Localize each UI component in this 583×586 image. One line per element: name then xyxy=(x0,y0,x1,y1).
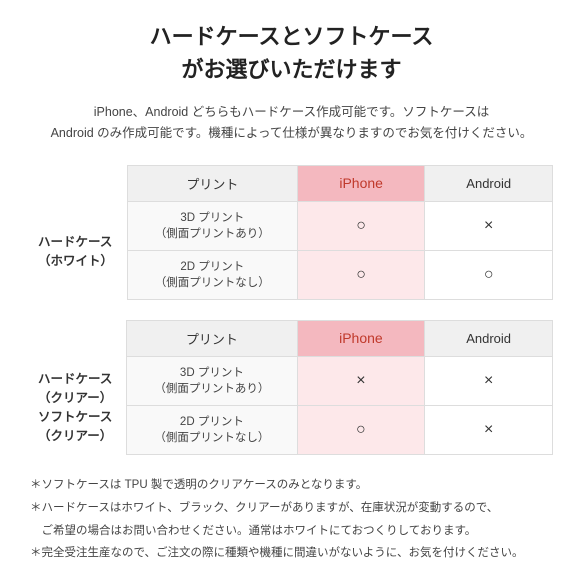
note-1: ＊ソフトケースは TPU 製で透明のクリアケースのみとなります。 xyxy=(30,475,553,496)
col-header-iphone-1: iPhone xyxy=(297,165,425,201)
table-row: ハードケース （ホワイト） 3D プリント （側面プリントあり） ○ × xyxy=(30,201,553,250)
value-2d-android-1: ○ xyxy=(425,250,553,299)
value-3d-android-1: × xyxy=(425,201,553,250)
value-2d-android-2: × xyxy=(425,406,553,455)
value-2d-iphone-2: ○ xyxy=(297,406,425,455)
col-header-iphone-2: iPhone xyxy=(297,320,425,356)
table-hard-clear: プリント iPhone Android ハードケース （クリアー） ソフトケース… xyxy=(30,320,553,455)
note-3: ＊完全受注生産なので、ご注文の際に種類や機種に間違いがないように、お気を付けくだ… xyxy=(30,543,553,564)
col-header-print: プリント xyxy=(127,165,297,201)
sub-label-2d-2: 2D プリント （側面プリントなし） xyxy=(127,406,297,455)
col-header-android-2: Android xyxy=(425,320,553,356)
table-hard-white: プリント iPhone Android ハードケース （ホワイト） 3D プリン… xyxy=(30,165,553,300)
value-3d-android-2: × xyxy=(425,356,553,405)
sub-label-3d-2: 3D プリント （側面プリントあり） xyxy=(127,356,297,405)
value-3d-iphone-1: ○ xyxy=(297,201,425,250)
note-2: ＊ハードケースはホワイト、ブラック、クリアーがありますが、在庫状況が変動するので… xyxy=(30,498,553,519)
sub-label-2d-1: 2D プリント （側面プリントなし） xyxy=(127,250,297,299)
value-3d-iphone-2: × xyxy=(297,356,425,405)
sub-label-3d-1: 3D プリント （側面プリントあり） xyxy=(127,201,297,250)
col-header-android-1: Android xyxy=(425,165,553,201)
row-label-hard-clear: ハードケース （クリアー） ソフトケース （クリアー） xyxy=(30,356,127,454)
row-label-hard-white: ハードケース （ホワイト） xyxy=(30,201,127,299)
page-title: ハードケースとソフトケース がお選びいただけます xyxy=(30,20,553,86)
table-row: ハードケース （クリアー） ソフトケース （クリアー） 3D プリント （側面プ… xyxy=(30,356,553,405)
value-2d-iphone-1: ○ xyxy=(297,250,425,299)
col-header-print-2: プリント xyxy=(127,320,297,356)
note-2b: ご希望の場合はお問い合わせください。通常はホワイトにておつくりしております。 xyxy=(30,521,553,542)
notes-section: ＊ソフトケースは TPU 製で透明のクリアケースのみとなります。 ＊ハードケース… xyxy=(30,475,553,564)
description-text: iPhone、Android どちらもハードケース作成可能です。ソフトケースは … xyxy=(30,102,553,145)
